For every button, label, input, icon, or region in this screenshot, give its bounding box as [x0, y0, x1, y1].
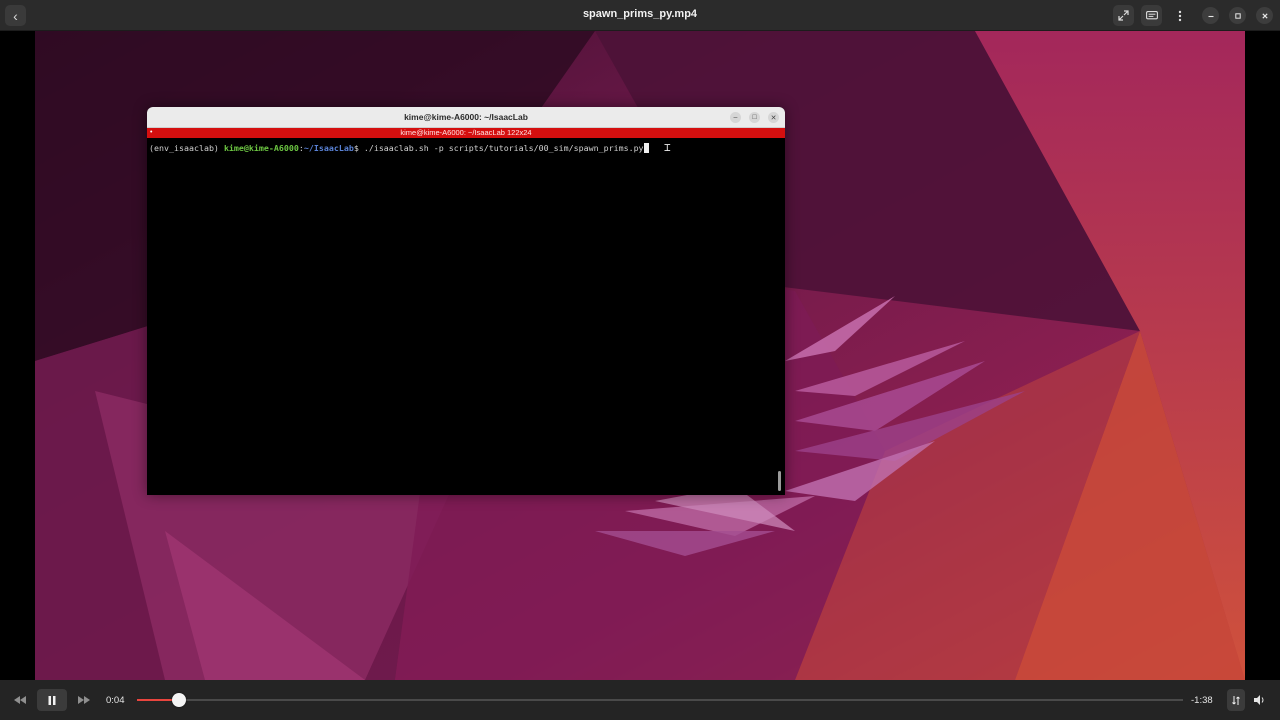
- audio-track-icon: [1232, 695, 1240, 705]
- prompt-user: kime@kime-A6000: [223, 143, 299, 153]
- pause-icon: [48, 695, 56, 705]
- ibeam-cursor-icon: ⌶: [664, 141, 671, 154]
- text-cursor: [643, 143, 649, 153]
- menu-button[interactable]: [1169, 5, 1190, 26]
- command-line: (env_isaaclab) kime@kime-A6000:~/IsaacLa…: [149, 143, 649, 153]
- terminal-resize-banner: • kime@kime-A6000: ~/IsaacLab 122x24: [147, 128, 785, 138]
- fullscreen-button[interactable]: [1113, 5, 1134, 26]
- minimize-icon: –: [733, 114, 738, 121]
- volume-icon: [1254, 695, 1264, 705]
- minimize-icon: [1208, 15, 1213, 17]
- maximize-button[interactable]: [1229, 7, 1246, 24]
- prompt-path: ~/IsaacLab: [303, 143, 354, 153]
- skip-backward-icon: [14, 696, 26, 704]
- kebab-menu-icon: [1178, 10, 1181, 21]
- skip-forward-icon: [78, 696, 90, 704]
- terminal-titlebar[interactable]: kime@kime-A6000: ~/IsaacLab – □ ✕: [147, 107, 785, 128]
- subtitles-button[interactable]: [1141, 5, 1162, 26]
- video-title: spawn_prims_py.mp4: [582, 8, 698, 20]
- seek-handle[interactable]: [171, 693, 186, 707]
- terminal-title: kime@kime-A6000: ~/IsaacLab: [404, 112, 528, 122]
- terminal-size-label: kime@kime-A6000: ~/IsaacLab 122x24: [400, 128, 532, 137]
- minimize-button[interactable]: [1202, 7, 1219, 24]
- maximize-icon: [1234, 12, 1241, 19]
- fullscreen-icon: [1118, 10, 1129, 21]
- pause-button[interactable]: [37, 689, 67, 711]
- terminal-minimize-button[interactable]: –: [730, 112, 741, 123]
- time-elapsed: 0:04: [106, 695, 125, 706]
- close-icon: [1261, 12, 1268, 19]
- seek-bar[interactable]: [137, 693, 1183, 707]
- subtitles-icon: [1145, 10, 1158, 19]
- prompt-symbol: $: [353, 143, 364, 153]
- maximize-icon: □: [752, 114, 757, 121]
- video-area[interactable]: kime@kime-A6000: ~/IsaacLab – □ ✕ • kime…: [0, 31, 1280, 680]
- terminal-close-button[interactable]: ✕: [768, 112, 779, 123]
- terminal-window[interactable]: kime@kime-A6000: ~/IsaacLab – □ ✕ • kime…: [147, 107, 785, 495]
- command-text: ./isaaclab.sh -p scripts/tutorials/00_si…: [363, 143, 644, 153]
- close-button[interactable]: [1256, 7, 1273, 24]
- terminal-scrollbar[interactable]: [778, 471, 781, 491]
- terminal-maximize-button[interactable]: □: [749, 112, 760, 123]
- skip-backward-button[interactable]: [10, 689, 30, 711]
- volume-button[interactable]: [1251, 689, 1269, 711]
- close-icon: ✕: [770, 114, 777, 122]
- player-controls: 0:04 -1:38: [0, 680, 1280, 720]
- player-header: ‹ spawn_prims_py.mp4: [0, 0, 1280, 31]
- audio-track-button[interactable]: [1227, 689, 1245, 711]
- skip-forward-button[interactable]: [74, 689, 94, 711]
- prompt-env: (env_isaaclab): [149, 143, 224, 153]
- terminal-body[interactable]: (env_isaaclab) kime@kime-A6000:~/IsaacLa…: [147, 138, 785, 495]
- time-remaining: -1:38: [1191, 695, 1213, 706]
